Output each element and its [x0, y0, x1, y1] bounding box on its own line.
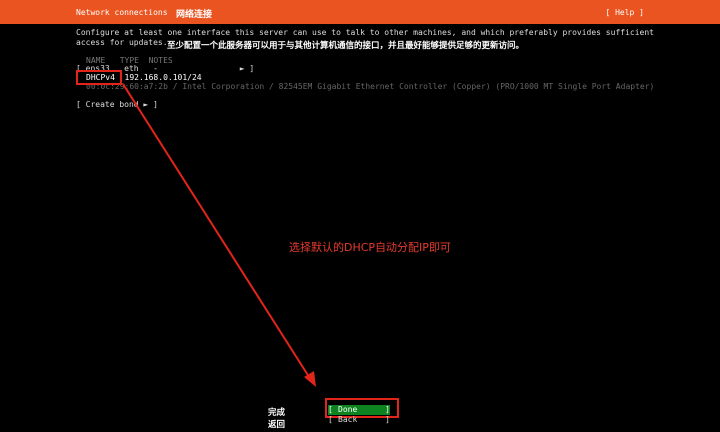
bracket-right: ] — [385, 415, 390, 424]
arrow-icon — [122, 83, 316, 387]
bracket-left: [ — [328, 415, 333, 424]
back-button[interactable]: [ Back ] — [328, 415, 390, 425]
bracket-left: [ — [328, 405, 333, 414]
back-label: Back — [338, 415, 358, 424]
done-label-cn: 完成 — [268, 408, 286, 418]
done-button[interactable]: [ Done ] — [328, 405, 390, 415]
bracket-right: ] — [385, 405, 390, 414]
done-label: Done — [338, 405, 358, 414]
back-label-cn: 返回 — [268, 420, 286, 430]
